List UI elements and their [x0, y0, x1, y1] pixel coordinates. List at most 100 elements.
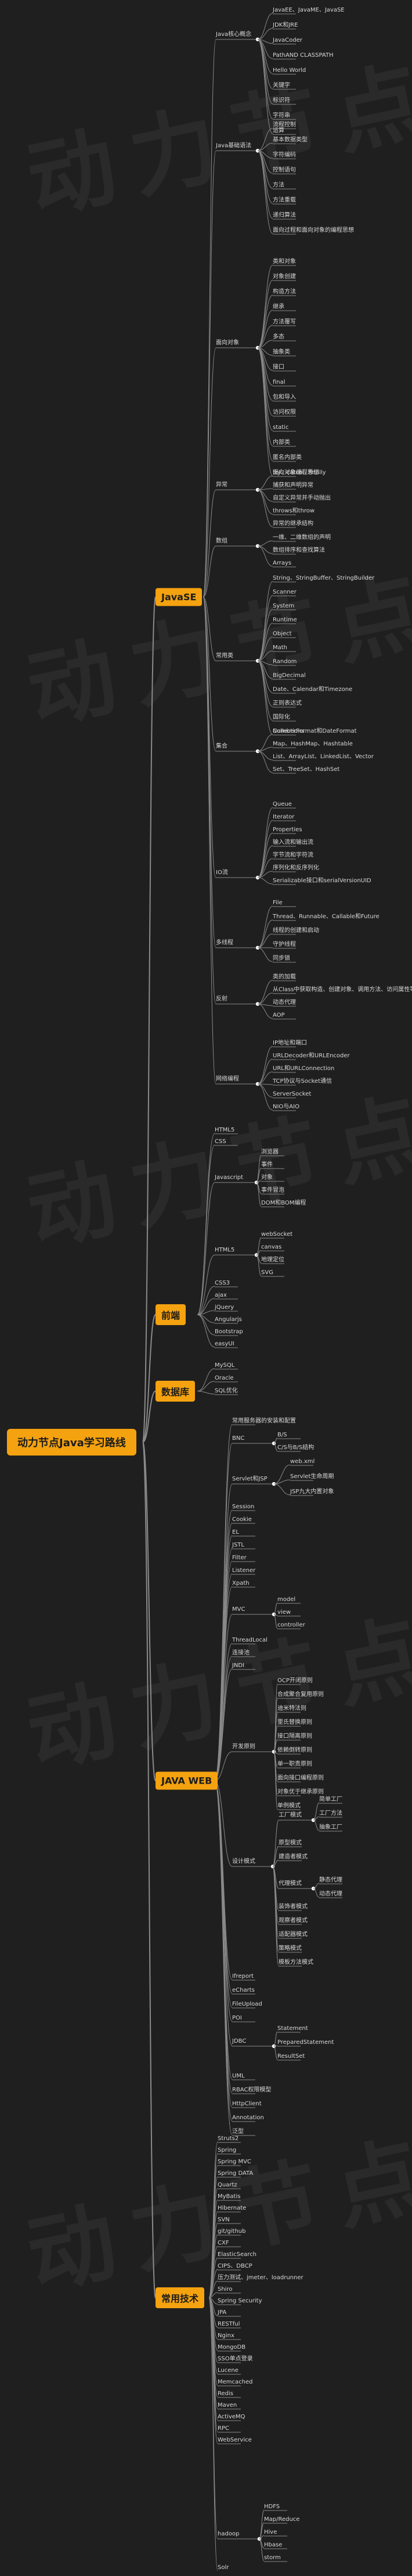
leaf-node: Serializable接口和serialVersionUID	[273, 878, 371, 884]
connector-line	[142, 1442, 156, 2298]
leaf-node: 适配器模式	[279, 1931, 308, 1938]
leaf-node: IP地址和端口	[273, 1040, 307, 1046]
connector-line	[197, 1391, 215, 1395]
leaf-node: 抽象类	[273, 349, 290, 355]
leaf-node: Spring	[218, 2147, 237, 2153]
connector-line	[197, 1314, 215, 1348]
leaf-node: CSS	[215, 1138, 226, 1145]
group-net: 网络编程	[216, 1076, 239, 1082]
leaf-node: easyUI	[215, 1341, 234, 1347]
leaf-node: JPA	[218, 2309, 227, 2316]
leaf-node: Oracle	[215, 1375, 234, 1381]
branch-common-tech: 常用技术	[156, 2287, 205, 2308]
leaf-node: 匿名内部类	[273, 454, 302, 461]
leaf-node: Ifreport	[232, 1973, 254, 1980]
group-proxy: 代理模式	[279, 1880, 302, 1887]
leaf-node: jQuery	[215, 1304, 234, 1311]
leaf-node: Shiro	[218, 2286, 233, 2293]
leaf-node: Hello World	[273, 67, 306, 74]
connector-line	[257, 905, 273, 948]
connector-line	[257, 595, 273, 661]
leaf-node: 地理定位	[261, 1257, 284, 1263]
leaf-node: 字节流和字符流	[273, 852, 313, 858]
leaf-node: RPC	[218, 2425, 229, 2432]
leaf-node: ResultSet	[277, 2053, 305, 2060]
leaf-node: ElasticSearch	[218, 2251, 256, 2258]
leaf-node: Annotation	[232, 2115, 264, 2121]
leaf-node: Map、HashMap、Hashtable	[273, 741, 353, 747]
leaf-node: 序列化和反序列化	[273, 865, 319, 871]
connector-line	[197, 1254, 215, 1315]
leaf-node: Thread、Runnable、Callable和Future	[273, 914, 380, 920]
leaf-node: DOM和BOM编程	[261, 1200, 306, 1206]
leaf-node: List、ArrayList、LinkedList、Vector	[273, 754, 374, 760]
connector-line	[257, 609, 273, 661]
leaf-node: 多态	[273, 334, 284, 340]
leaf-node: Filter	[232, 1555, 247, 1561]
leaf-node: 标识符	[273, 97, 290, 104]
branch-javase: JavaSE	[156, 588, 203, 606]
leaf-node: JSP九大内置对象	[290, 1489, 334, 1495]
leaf-node: 动态代理	[319, 1891, 342, 1897]
leaf-node: model	[277, 1596, 296, 1603]
connector-line	[257, 992, 273, 1005]
connector-line	[272, 1866, 279, 1966]
leaf-node: System	[273, 603, 295, 609]
connector-line	[259, 2538, 265, 2562]
leaf-node: 方法覆写	[273, 319, 296, 325]
leaf-node: 迪米特法则	[277, 1705, 306, 1712]
connector-line	[257, 545, 273, 554]
connector-line	[203, 596, 216, 948]
connector-line	[259, 2509, 265, 2539]
connector-line	[257, 751, 273, 773]
connector-line	[257, 347, 273, 401]
connector-line	[203, 150, 216, 598]
branch-database: 数据库	[156, 1381, 196, 1402]
leaf-node: Random	[273, 658, 297, 665]
leaf-node: 策略模式	[279, 1945, 302, 1952]
leaf-node: 抽象工厂	[319, 1824, 342, 1831]
leaf-node: File	[273, 900, 283, 906]
leaf-node: Object	[273, 631, 292, 637]
leaf-node: 接口隔离原则	[277, 1733, 312, 1740]
leaf-node: Hibernate	[218, 2205, 247, 2211]
group-io: IO流	[216, 869, 228, 876]
leaf-node: 同步锁	[273, 955, 290, 962]
leaf-node: ActiveMQ	[218, 2414, 245, 2420]
leaf-node: 基本数据类型	[273, 137, 308, 143]
leaf-node: 常用服务器的安装和配置	[232, 1418, 296, 1424]
leaf-node: 递归算法	[273, 212, 296, 219]
leaf-node: 工厂方法	[319, 1810, 342, 1817]
leaf-node: controller	[277, 1622, 305, 1628]
leaf-node: 面向过程和面向对象的编程思想	[273, 227, 354, 234]
leaf-node: 控制语句	[273, 167, 296, 173]
connector-line	[257, 1083, 273, 1098]
connector-line	[257, 540, 273, 547]
mindmap-edges	[142, 13, 342, 2571]
leaf-node: 输入流和输出流	[273, 839, 313, 846]
leaf-node: B/S	[277, 1432, 287, 1438]
leaf-node: canvas	[261, 1244, 282, 1250]
leaf-node: Nginx	[218, 2333, 234, 2339]
leaf-node: static	[273, 424, 289, 431]
leaf-node: Memcached	[218, 2379, 253, 2385]
leaf-node: 流程控制	[273, 122, 296, 128]
leaf-node: 关键字	[273, 82, 290, 89]
connector-line	[257, 947, 273, 962]
leaf-node: JavaCoder	[273, 37, 302, 43]
connector-line	[257, 150, 273, 219]
leaf-node: 包和导入	[273, 394, 296, 401]
leaf-node: Spring Security	[218, 2298, 262, 2304]
group-design-principles: 开发原则	[232, 1744, 255, 1750]
connector-line	[197, 1381, 215, 1392]
leaf-node: RBAC权限模型	[232, 2087, 272, 2093]
leaf-node: Date、Calendar和Timezone	[273, 686, 353, 693]
connector-line	[257, 28, 273, 40]
leaf-node: TCP协议与Socket通信	[273, 1078, 333, 1085]
connector-line	[214, 1483, 233, 1781]
leaf-node: POI	[232, 2015, 242, 2021]
leaf-node: JavaEE、JavaME、JavaSE	[273, 7, 345, 13]
leaf-node: Set、TreeSet、HashSet	[273, 766, 340, 773]
connector-line	[142, 596, 156, 1443]
connector-line	[272, 1820, 279, 1867]
